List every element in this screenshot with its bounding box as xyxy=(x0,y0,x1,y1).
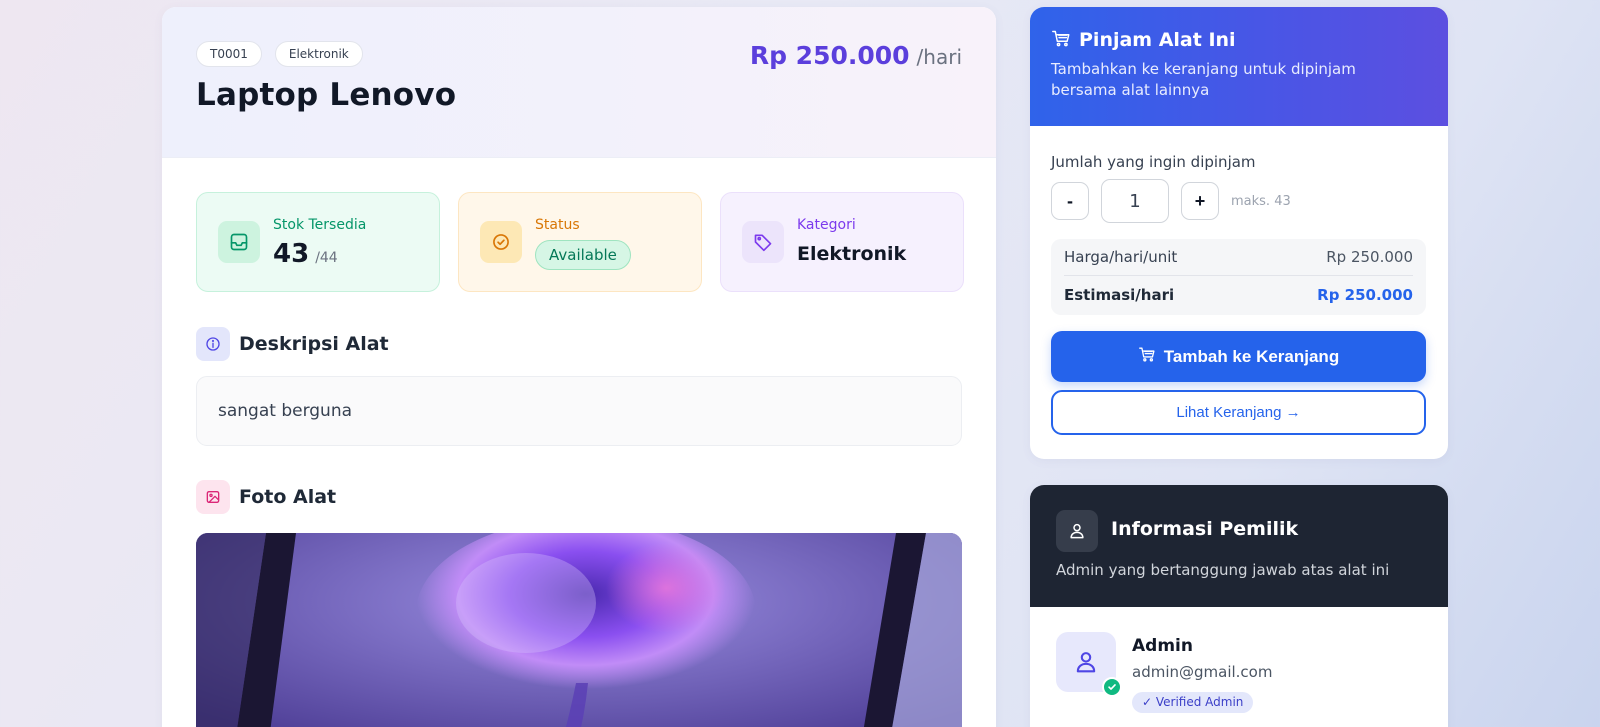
description-text: sangat berguna xyxy=(196,376,962,446)
price-unit: /hari xyxy=(916,45,962,69)
owner-subtitle: Admin yang bertanggung jawab atas alat i… xyxy=(1056,561,1390,579)
quantity-stepper: - + maks. 43 xyxy=(1051,179,1291,223)
item-detail-card: T0001 Elektronik Laptop Lenovo Rp 250.00… xyxy=(162,7,996,727)
tag-icon xyxy=(742,221,784,263)
stock-total: /44 xyxy=(315,250,338,266)
borrow-title: Pinjam Alat Ini xyxy=(1079,29,1236,51)
verified-check-icon xyxy=(1102,677,1122,697)
item-category-tag: Elektronik xyxy=(274,41,363,67)
verified-admin-badge: ✓ Verified Admin xyxy=(1132,692,1254,713)
price-per-unit-row: Harga/hari/unit Rp 250.000 xyxy=(1064,239,1413,276)
stock-value: 43 xyxy=(273,239,310,269)
inbox-icon xyxy=(218,221,260,263)
add-to-cart-button[interactable]: Tambah ke Keranjang xyxy=(1051,331,1426,382)
estimate-row: Estimasi/hari Rp 250.000 xyxy=(1064,276,1413,313)
image-icon xyxy=(196,480,230,514)
owner-card-header: Informasi Pemilik Admin yang bertanggung… xyxy=(1030,485,1448,607)
owner-info-card: Informasi Pemilik Admin yang bertanggung… xyxy=(1030,485,1448,727)
cart-icon xyxy=(1051,29,1071,51)
estimate-value: Rp 250.000 xyxy=(1317,285,1413,304)
borrow-card-header: Pinjam Alat Ini Tambahkan ke keranjang u… xyxy=(1030,7,1448,126)
price-summary: Harga/hari/unit Rp 250.000 Estimasi/hari… xyxy=(1051,239,1426,315)
item-tags: T0001 Elektronik xyxy=(196,41,363,67)
quantity-input[interactable] xyxy=(1101,179,1169,223)
borrow-card: Pinjam Alat Ini Tambahkan ke keranjang u… xyxy=(1030,7,1448,459)
status-badge: Available xyxy=(535,240,631,270)
increase-quantity-button[interactable]: + xyxy=(1181,182,1219,220)
item-price: Rp 250.000 /hari xyxy=(750,41,962,70)
category-value: Elektronik xyxy=(797,243,907,265)
borrow-title-row: Pinjam Alat Ini xyxy=(1051,29,1427,51)
photo-header: Foto Alat xyxy=(196,480,336,514)
owner-name: Admin xyxy=(1132,636,1193,656)
check-circle-icon xyxy=(480,221,522,263)
price-per-unit-value: Rp 250.000 xyxy=(1326,248,1413,266)
item-title: Laptop Lenovo xyxy=(196,77,457,113)
quantity-label: Jumlah yang ingin dipinjam xyxy=(1051,153,1256,171)
owner-title: Informasi Pemilik xyxy=(1111,518,1299,540)
info-icon xyxy=(196,327,230,361)
stock-label: Stok Tersedia xyxy=(273,217,367,233)
photo-title: Foto Alat xyxy=(239,486,337,508)
description-header: Deskripsi Alat xyxy=(196,327,389,361)
status-label: Status xyxy=(535,217,580,233)
price-per-unit-label: Harga/hari/unit xyxy=(1064,248,1178,266)
item-photo xyxy=(196,533,962,727)
add-to-cart-label: Tambah ke Keranjang xyxy=(1163,346,1340,366)
item-header: T0001 Elektronik Laptop Lenovo Rp 250.00… xyxy=(162,7,996,158)
view-cart-button[interactable]: Lihat Keranjang → xyxy=(1051,390,1426,435)
borrow-subtitle: Tambahkan ke keranjang untuk dipinjam be… xyxy=(1051,60,1356,99)
estimate-label: Estimasi/hari xyxy=(1064,285,1175,304)
cart-icon xyxy=(1138,346,1156,367)
user-icon xyxy=(1056,510,1098,552)
stock-stat-card: Stok Tersedia 43 /44 xyxy=(196,192,440,292)
stats-row: Stok Tersedia 43 /44 Status Available Ka… xyxy=(196,192,964,292)
category-stat-card: Kategori Elektronik xyxy=(720,192,964,292)
stock-value-group: 43 /44 xyxy=(273,239,338,269)
owner-email: admin@gmail.com xyxy=(1132,663,1273,681)
quantity-max-hint: maks. 43 xyxy=(1231,193,1291,209)
status-stat-card: Status Available xyxy=(458,192,702,292)
decrease-quantity-button[interactable]: - xyxy=(1051,182,1089,220)
price-amount: Rp 250.000 xyxy=(749,41,910,70)
category-label: Kategori xyxy=(797,217,856,233)
description-title: Deskripsi Alat xyxy=(239,333,389,355)
item-code-tag: T0001 xyxy=(196,41,262,67)
